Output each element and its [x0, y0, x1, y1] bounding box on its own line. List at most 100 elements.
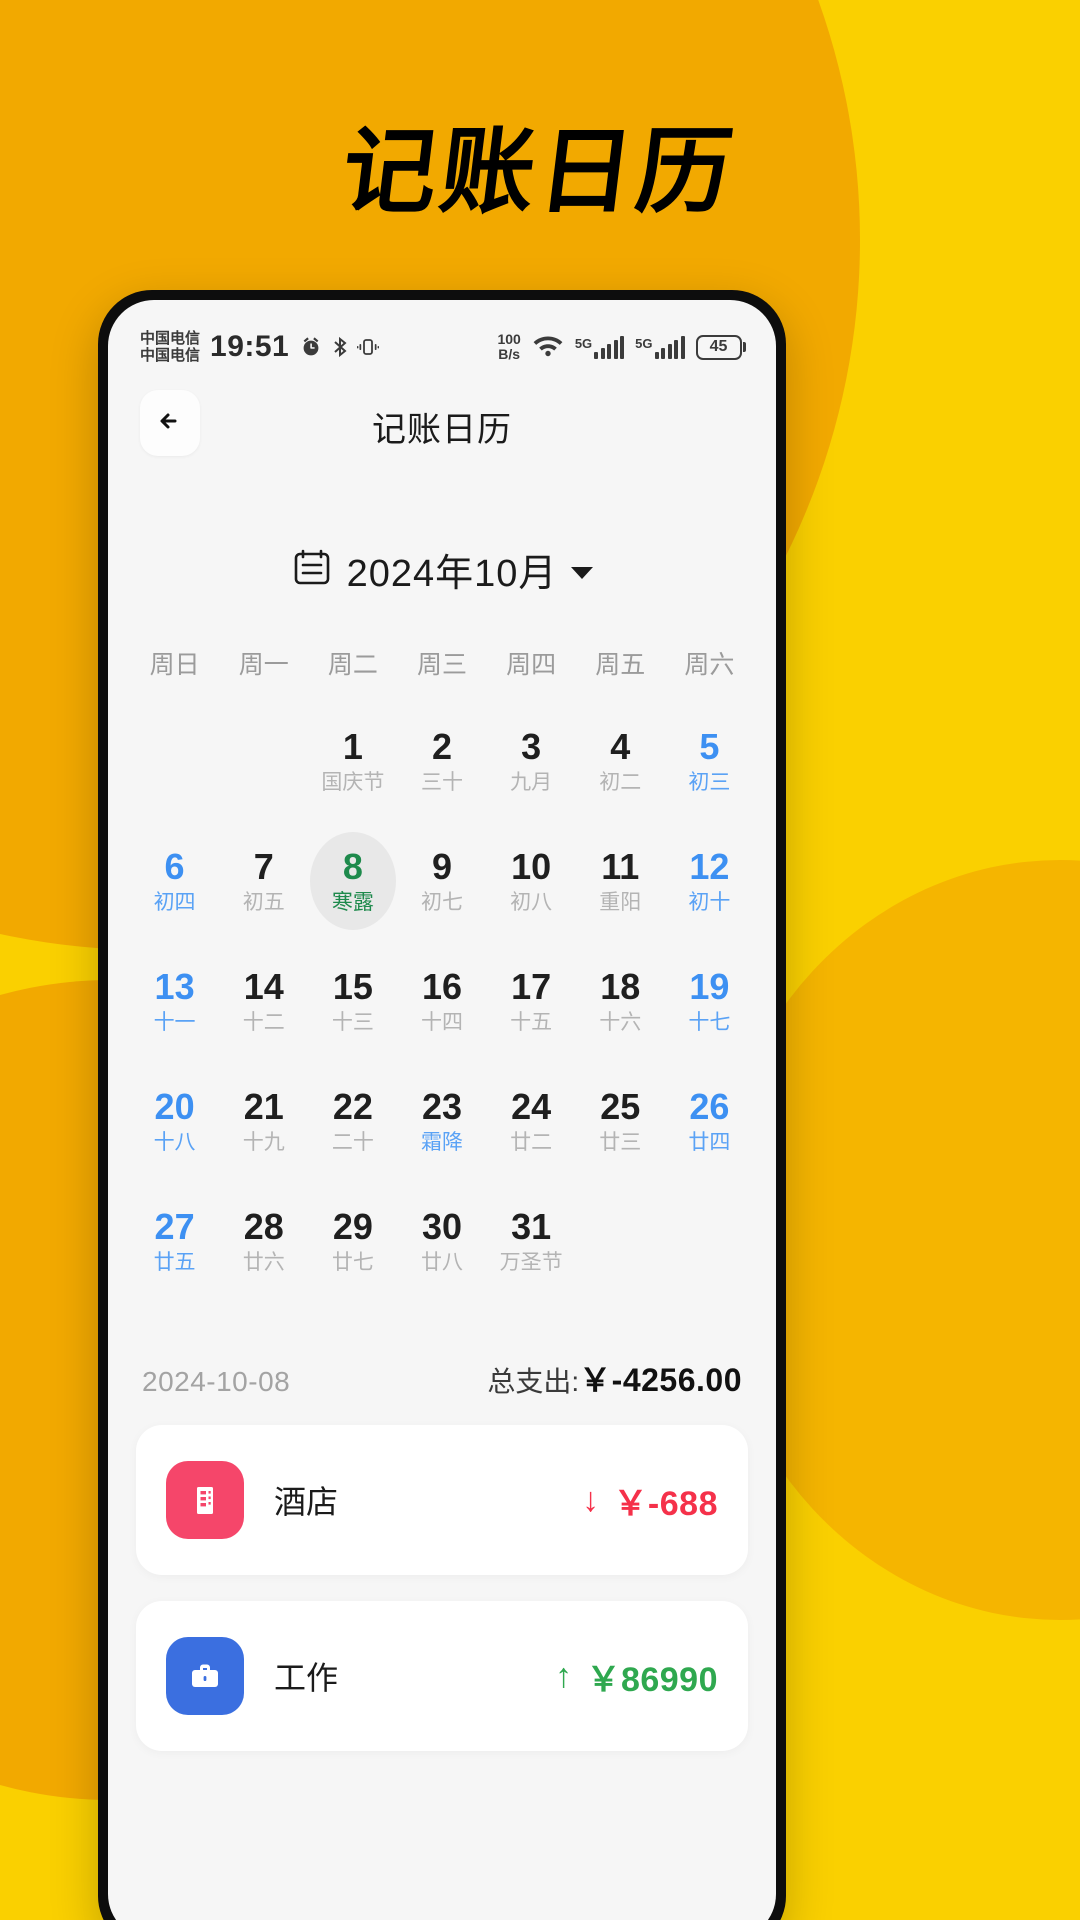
calendar-day-28[interactable]: 28 廿六 [219, 1185, 308, 1297]
calendar-day-sublabel: 廿三 [599, 1131, 642, 1154]
transaction-amount: ↓ ￥-688 [582, 1476, 718, 1525]
calendar-day-16[interactable]: 16 十四 [397, 945, 486, 1057]
transaction-amount-value: ￥-688 [613, 1484, 718, 1523]
calendar-day-8[interactable]: 8 寒露 [308, 825, 397, 937]
calendar-day-17[interactable]: 17 十五 [487, 945, 576, 1057]
calendar-day-13[interactable]: 13 十一 [130, 945, 219, 1057]
weekday-label-2: 周二 [327, 651, 378, 679]
wifi-icon [532, 332, 564, 363]
network-speed-value: 100 [497, 331, 521, 347]
calendar-day-sublabel: 十一 [153, 1011, 196, 1034]
transaction-direction-icon: ↑ [554, 1657, 573, 1695]
calendar-day-sublabel: 廿五 [153, 1251, 196, 1274]
calendar-day-number: 10 [511, 846, 552, 887]
calendar-day-sublabel: 万圣节 [499, 1251, 563, 1274]
calendar-day-20[interactable]: 20 十八 [130, 1065, 219, 1177]
poster-headline: 记账日历 [336, 118, 742, 227]
calendar-day-sublabel: 初十 [688, 891, 731, 914]
summary-total-wrap: 总支出:￥-4256.00 [487, 1355, 742, 1401]
calendar-day-12[interactable]: 12 初十 [665, 825, 754, 937]
carrier-labels: 中国电信 中国电信 [140, 330, 200, 364]
calendar-day-3[interactable]: 3 九月 [487, 705, 576, 817]
calendar-day-number: 1 [342, 726, 363, 767]
transaction-row[interactable]: 酒店 ↓ ￥-688 [136, 1425, 748, 1575]
calendar-day-30[interactable]: 30 廿八 [397, 1185, 486, 1297]
calendar-day-sublabel: 廿二 [510, 1131, 553, 1154]
back-arrow-icon [153, 404, 187, 443]
network-speed-indicator: 100 B/s [497, 332, 520, 362]
calendar-day-1[interactable]: 1 国庆节 [308, 705, 397, 817]
calendar-day-sublabel: 初四 [153, 891, 196, 914]
calendar-day-19[interactable]: 19 十七 [665, 945, 754, 1057]
calendar-day-26[interactable]: 26 廿四 [665, 1065, 754, 1177]
status-bar-clock: 19:51 [210, 330, 290, 363]
sim2-network-label: 5G [635, 335, 653, 351]
calendar-week-row: 27 廿五 28 廿六 29 廿七 30 廿八 31 万圣节 [130, 1185, 754, 1297]
calendar-day-9[interactable]: 9 初七 [397, 825, 486, 937]
status-bar: 中国电信 中国电信 19:51 100 B/s 5G 5G 45 [108, 300, 776, 372]
calendar-day-25[interactable]: 25 廿三 [576, 1065, 665, 1177]
calendar-day-6[interactable]: 6 初四 [130, 825, 219, 937]
calendar-day-sublabel: 廿六 [242, 1251, 285, 1274]
calendar-day-18[interactable]: 18 十六 [576, 945, 665, 1057]
carrier-name-2: 中国电信 [140, 347, 201, 364]
calendar-day-number: 18 [600, 966, 641, 1007]
transaction-amount: ↑ ￥86990 [555, 1652, 718, 1701]
calendar-day-number: 6 [164, 846, 185, 887]
calendar-day-sublabel: 寒露 [331, 891, 374, 914]
calendar-day-4[interactable]: 4 初二 [576, 705, 665, 817]
weekday-label-6: 周六 [684, 651, 735, 679]
day-summary: 2024-10-08 总支出:￥-4256.00 [108, 1355, 776, 1401]
weekday-label-5: 周五 [595, 651, 646, 679]
calendar-day-number: 9 [431, 846, 452, 887]
calendar-week-row: 1 国庆节 2 三十 3 九月 4 初二 5 初三 [130, 705, 754, 817]
sim1-bars-icon [594, 335, 625, 359]
calendar-day-5[interactable]: 5 初三 [665, 705, 754, 817]
calendar-day-number: 23 [421, 1086, 463, 1127]
calendar-day-22[interactable]: 22 二十 [308, 1065, 397, 1177]
calendar-day-number: 17 [511, 966, 552, 1007]
battery-level-text: 45 [695, 334, 742, 360]
calendar-day-10[interactable]: 10 初八 [487, 825, 576, 937]
calendar-day-number: 5 [699, 726, 720, 767]
calendar-day-number: 21 [243, 1086, 284, 1127]
status-bar-icon-group [299, 335, 380, 359]
calendar-day-sublabel: 三十 [420, 771, 463, 794]
calendar-day-number: 26 [689, 1086, 730, 1127]
calendar-grid: 周日 周一 周二 周三 周四 周五 周六 1 国庆节 2 三十 3 九月 4 初二 5 初三 6 初四 7 初五 8 寒露… [108, 645, 776, 1297]
calendar-day-11[interactable]: 11 重阳 [576, 825, 665, 937]
calendar-day-sublabel: 初八 [510, 891, 553, 914]
calendar-day-14[interactable]: 14 十二 [219, 945, 308, 1057]
calendar-day-number: 20 [154, 1086, 195, 1127]
calendar-day-number: 31 [511, 1206, 552, 1247]
calendar-day-sublabel: 初三 [688, 771, 731, 794]
bluetooth-icon [330, 335, 350, 359]
calendar-day-29[interactable]: 29 廿七 [308, 1185, 397, 1297]
calendar-day-27[interactable]: 27 廿五 [130, 1185, 219, 1297]
calendar-day-24[interactable]: 24 廿二 [487, 1065, 576, 1177]
alarm-icon [299, 335, 323, 359]
calendar-day-sublabel: 廿四 [688, 1131, 731, 1154]
calendar-day-sublabel: 重阳 [599, 891, 642, 914]
battery-indicator: 45 [695, 334, 746, 360]
calendar-day-21[interactable]: 21 十九 [219, 1065, 308, 1177]
calendar-day-31[interactable]: 31 万圣节 [487, 1185, 576, 1297]
calendar-day-number: 11 [601, 846, 640, 887]
chevron-down-icon[interactable] [571, 566, 594, 579]
summary-total-label: 总支出: [487, 1366, 580, 1397]
back-button[interactable] [140, 390, 200, 456]
calendar-day-sublabel: 十九 [242, 1131, 285, 1154]
calendar-day-2[interactable]: 2 三十 [397, 705, 486, 817]
calendar-day-7[interactable]: 7 初五 [219, 825, 308, 937]
transaction-row[interactable]: 工作 ↑ ￥86990 [136, 1601, 748, 1751]
calendar-day-sublabel: 九月 [510, 771, 553, 794]
calendar-week-row: 6 初四 7 初五 8 寒露 9 初七 10 初八 11 重阳 12 初十 [130, 825, 754, 937]
calendar-day-number: 14 [243, 966, 284, 1007]
month-selector[interactable]: 2024年10月 [108, 542, 776, 597]
sim2-bars-icon [654, 335, 685, 359]
calendar-day-number: 16 [421, 966, 463, 1007]
calendar-day-sublabel: 国庆节 [321, 771, 385, 794]
calendar-day-23[interactable]: 23 霜降 [397, 1065, 486, 1177]
calendar-day-15[interactable]: 15 十三 [308, 945, 397, 1057]
calendar-day-number: 19 [689, 966, 730, 1007]
